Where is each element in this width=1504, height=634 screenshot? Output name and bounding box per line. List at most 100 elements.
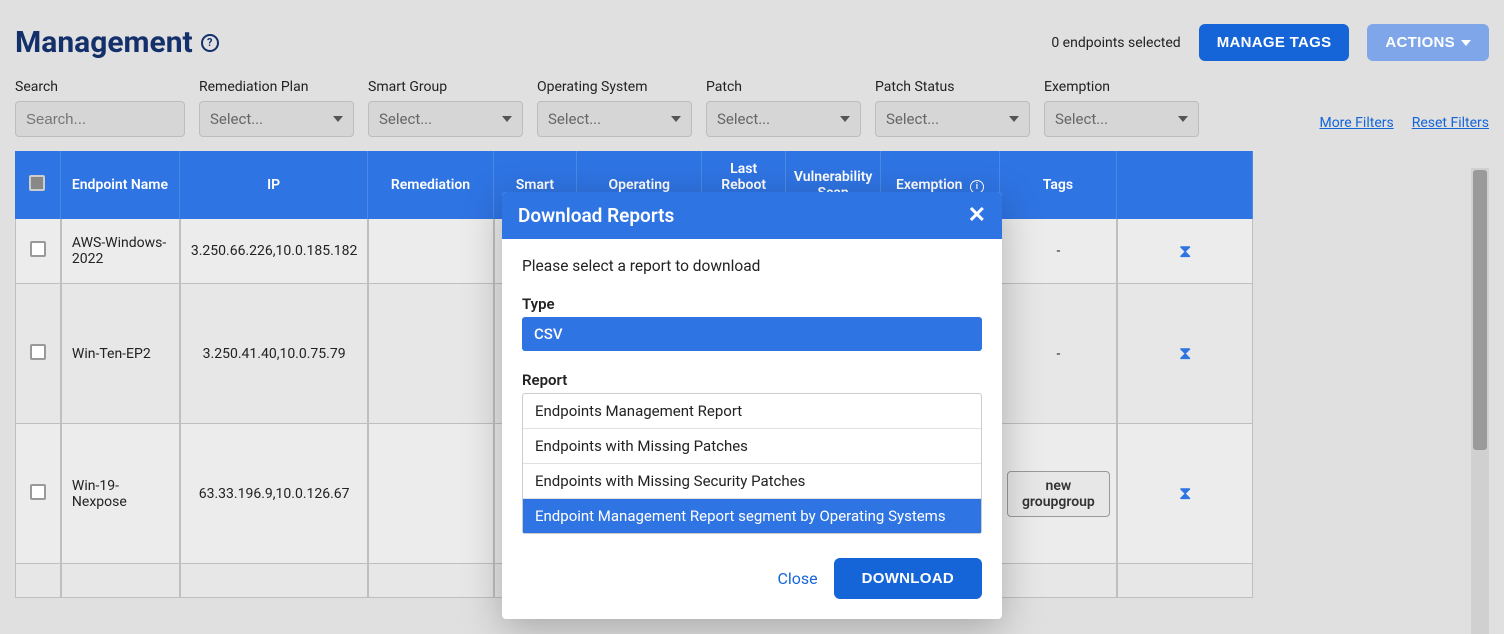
row-checkbox[interactable] [30,484,46,500]
endpoint-name[interactable]: Win-Ten-EP2 [61,284,180,424]
modal-body: Please select a report to download Type … [502,239,1002,552]
chevron-down-icon [333,116,343,122]
patch-select-value: Select... [717,110,770,128]
col-actions [1117,151,1253,219]
remediation-select-value: Select... [210,110,263,128]
report-option[interactable]: Endpoints Management Report [523,394,981,429]
smart-group-select[interactable]: Select... [368,101,523,137]
report-option[interactable]: Endpoints with Missing Patches [523,429,981,464]
os-select[interactable]: Select... [537,101,692,137]
download-reports-modal: Download Reports ✕ Please select a repor… [502,192,1002,619]
filter-os-label: Operating System [537,79,692,95]
report-option[interactable]: Endpoints with Missing Security Patches [523,464,981,499]
col-checkbox[interactable] [15,151,61,219]
chevron-down-icon [840,116,850,122]
col-endpoint-name[interactable]: Endpoint Name [61,151,180,219]
remediation-select[interactable]: Select... [199,101,354,137]
actions-button-label: ACTIONS [1385,34,1455,51]
scrollbar-thumb[interactable] [1473,170,1487,450]
filter-search: Search [15,79,185,137]
remediation-cell [368,564,493,598]
manage-tags-button[interactable]: MANAGE TAGS [1199,24,1350,61]
help-icon[interactable]: ? [201,34,219,52]
modal-header: Download Reports ✕ [502,192,1002,239]
row-checkbox[interactable] [30,241,46,257]
filter-os: Operating System Select... [537,79,692,137]
search-input-wrap[interactable] [15,101,185,137]
chevron-down-icon [1178,116,1188,122]
chevron-down-icon [671,116,681,122]
report-option-selected[interactable]: Endpoint Management Report segment by Op… [523,499,981,533]
filter-links: More Filters Reset Filters [1319,115,1489,137]
endpoint-ip [180,564,368,598]
tags-cell [1000,564,1118,598]
more-filters-link[interactable]: More Filters [1319,115,1393,131]
row-checkbox[interactable] [30,344,46,360]
type-select[interactable]: CSV [522,317,982,351]
patch-status-select[interactable]: Select... [875,101,1030,137]
endpoint-ip: 63.33.196.9,10.0.126.67 [180,424,368,564]
filter-exemption: Exemption Select... [1044,79,1199,137]
chevron-down-icon [1009,116,1019,122]
filters-row: Search Remediation Plan Select... Smart … [0,79,1504,151]
endpoint-name[interactable]: Win-19-Nexpose [61,424,180,564]
report-list: Endpoints Management Report Endpoints wi… [522,393,982,534]
patch-select[interactable]: Select... [706,101,861,137]
col-remediation[interactable]: Remediation [368,151,493,219]
action-cell[interactable]: ⧗ [1117,219,1253,284]
action-cell[interactable]: ⧗ [1117,284,1253,424]
col-exemption-label: Exemption [896,177,963,193]
scrollbar-track[interactable] [1471,168,1489,634]
close-icon[interactable]: ✕ [968,205,986,227]
type-label: Type [522,295,982,313]
filter-remediation: Remediation Plan Select... [199,79,354,137]
tags-cell: new groupgroup [1000,424,1118,564]
endpoint-name [61,564,180,598]
selected-count: 0 endpoints selected [1051,35,1180,51]
title-wrap: Management ? [15,25,219,60]
row-checkbox-cell[interactable] [15,564,61,598]
tags-cell: - [1000,284,1118,424]
chevron-down-icon [502,116,512,122]
action-cell[interactable]: ⧗ [1117,424,1253,564]
modal-footer: Close DOWNLOAD [502,552,1002,619]
tag-chip[interactable]: new groupgroup [1007,471,1111,517]
patch-status-select-value: Select... [886,110,939,128]
actions-button[interactable]: ACTIONS [1367,24,1489,61]
page-title: Management [15,25,193,60]
filter-smart-group: Smart Group Select... [368,79,523,137]
filter-patch-status-label: Patch Status [875,79,1030,95]
endpoint-ip: 3.250.66.226,10.0.185.182 [180,219,368,284]
download-button[interactable]: DOWNLOAD [834,558,982,599]
filter-remediation-label: Remediation Plan [199,79,354,95]
remediation-cell [368,284,493,424]
select-all-checkbox[interactable] [29,175,45,191]
modal-prompt: Please select a report to download [522,257,982,275]
endpoint-name[interactable]: AWS-Windows-2022 [61,219,180,284]
header-actions: 0 endpoints selected MANAGE TAGS ACTIONS [1051,24,1489,61]
endpoint-ip: 3.250.41.40,10.0.75.79 [180,284,368,424]
report-label: Report [522,371,982,389]
filter-patch: Patch Select... [706,79,861,137]
row-checkbox-cell[interactable] [15,284,61,424]
hourglass-icon[interactable]: ⧗ [1179,483,1192,504]
row-checkbox-cell[interactable] [15,219,61,284]
modal-title: Download Reports [518,204,674,227]
reset-filters-link[interactable]: Reset Filters [1412,115,1489,131]
close-button[interactable]: Close [777,569,817,588]
remediation-cell [368,424,493,564]
smart-select-value: Select... [379,110,432,128]
action-cell [1117,564,1253,598]
search-input[interactable] [26,111,174,128]
row-checkbox-cell[interactable] [15,424,61,564]
hourglass-icon[interactable]: ⧗ [1179,343,1192,364]
hourglass-icon[interactable]: ⧗ [1179,241,1192,262]
tags-cell: - [1000,219,1118,284]
filter-exemption-label: Exemption [1044,79,1199,95]
filter-patch-status: Patch Status Select... [875,79,1030,137]
col-tags[interactable]: Tags [1000,151,1118,219]
os-select-value: Select... [548,110,601,128]
exemption-select[interactable]: Select... [1044,101,1199,137]
col-ip[interactable]: IP [180,151,368,219]
filter-patch-label: Patch [706,79,861,95]
